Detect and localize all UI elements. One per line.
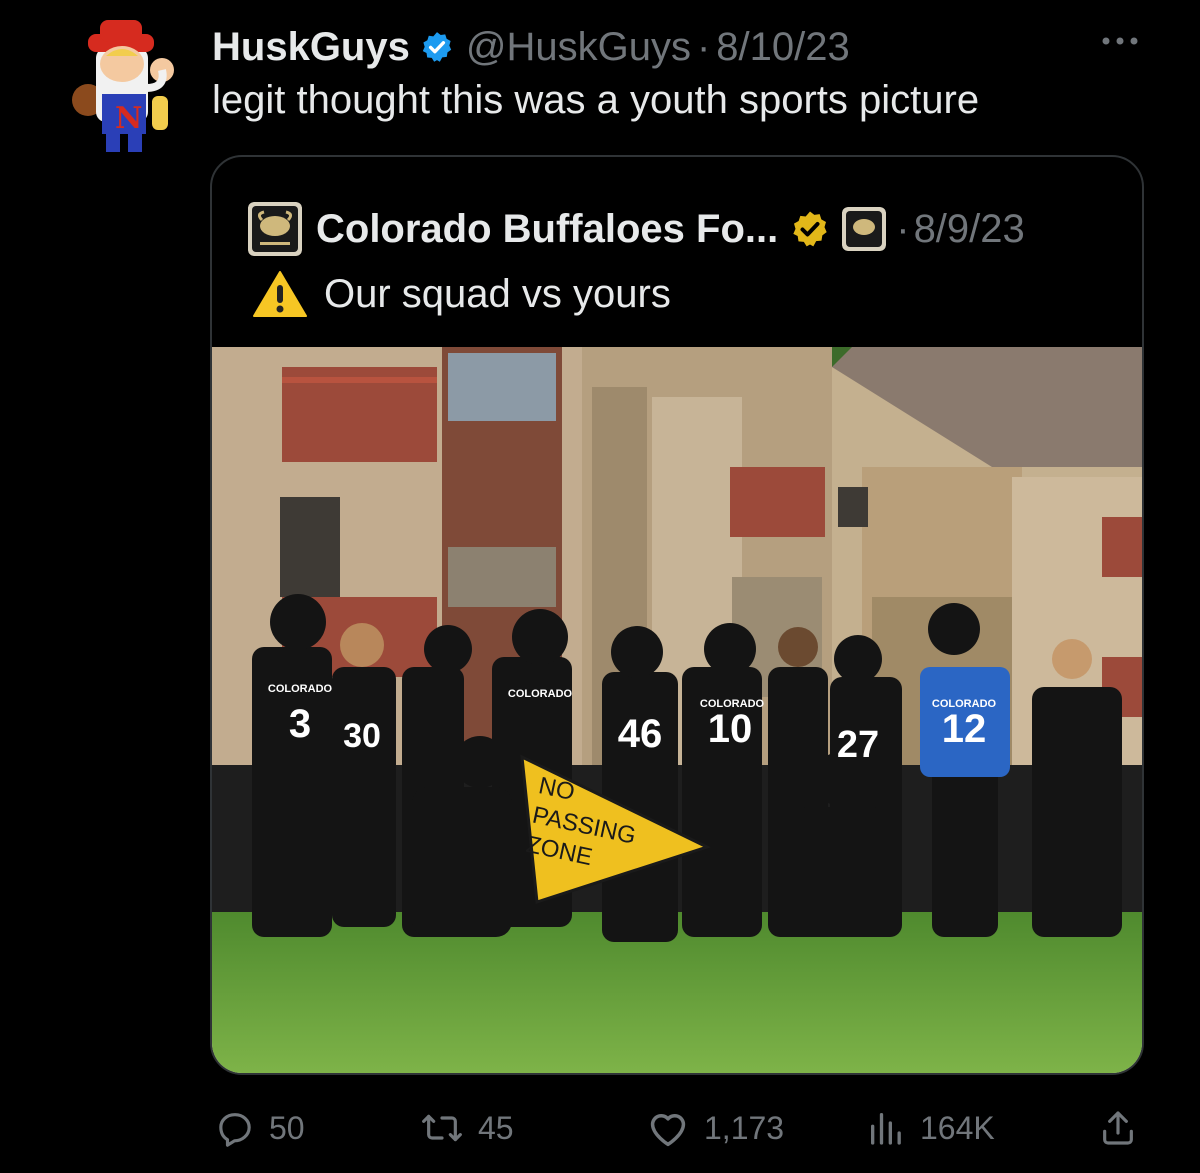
view-count: 164K [920,1109,995,1146]
tweet-header: HuskGuys @HuskGuys · 8/10/23 [212,22,850,72]
author-handle[interactable]: @HuskGuys [466,25,691,70]
views-button[interactable]: 164K [866,1098,995,1158]
quoted-tweet-text: Our squad vs yours [324,271,671,316]
quoted-author-name[interactable]: Colorado Buffaloes Fo... [316,207,778,252]
jersey-text: COLORADO [268,683,333,695]
warning-icon [253,271,307,317]
svg-text:N: N [115,101,142,136]
reply-icon [219,1113,251,1147]
author-avatar[interactable]: N [58,18,186,158]
quoted-tweet-date[interactable]: 8/9/23 [914,207,1025,252]
jersey-text: COLORADO [932,698,997,710]
jersey-text: COLORADO [700,698,765,710]
share-icon [1103,1111,1133,1145]
tweet-text: legit thought this was a youth sports pi… [212,78,980,122]
tweet-date[interactable]: 8/10/23 [716,25,849,70]
jersey-number: 46 [618,712,663,756]
heart-icon [650,1114,686,1147]
repost-button[interactable]: 45 [420,1098,514,1158]
jersey-text: COLORADO [508,688,573,700]
author-name[interactable]: HuskGuys [212,25,410,70]
jersey-number: 3 [289,702,311,746]
affiliate-badge-icon[interactable] [842,207,887,251]
verified-badge-icon[interactable] [420,30,454,64]
jersey-number: 12 [942,707,987,751]
jersey-number: 30 [343,717,381,755]
like-count: 1,173 [704,1109,785,1146]
share-button[interactable] [1098,1098,1152,1158]
quoted-tweet-card[interactable]: Colorado Buffaloes Fo... · 8/9/23 Our sq… [210,155,1144,1075]
like-button[interactable]: 1,173 [646,1098,784,1158]
quoted-tweet-text-row: Our squad vs yours [252,269,671,319]
verified-organization-badge-icon[interactable] [790,209,830,249]
repost-count: 45 [478,1109,514,1146]
repost-icon [422,1114,462,1142]
jersey-number: 27 [837,724,879,766]
separator-dot: · [696,24,711,69]
quoted-tweet-header: Colorado Buffaloes Fo... · 8/9/23 [248,202,1025,256]
views-chart-icon [871,1113,901,1145]
tweet-action-bar: 50 45 1,173 164K [0,1098,1200,1158]
reply-button[interactable]: 50 [215,1098,305,1158]
jersey-number: 10 [708,707,753,751]
quoted-author-avatar[interactable] [248,202,302,256]
reply-count: 50 [269,1109,305,1146]
team-photo[interactable]: 3 30 46 10 27 12 COLORADO COLORADO COLOR… [212,347,1144,1075]
more-options-icon[interactable] [1098,26,1142,56]
separator-dot: · [896,206,910,251]
